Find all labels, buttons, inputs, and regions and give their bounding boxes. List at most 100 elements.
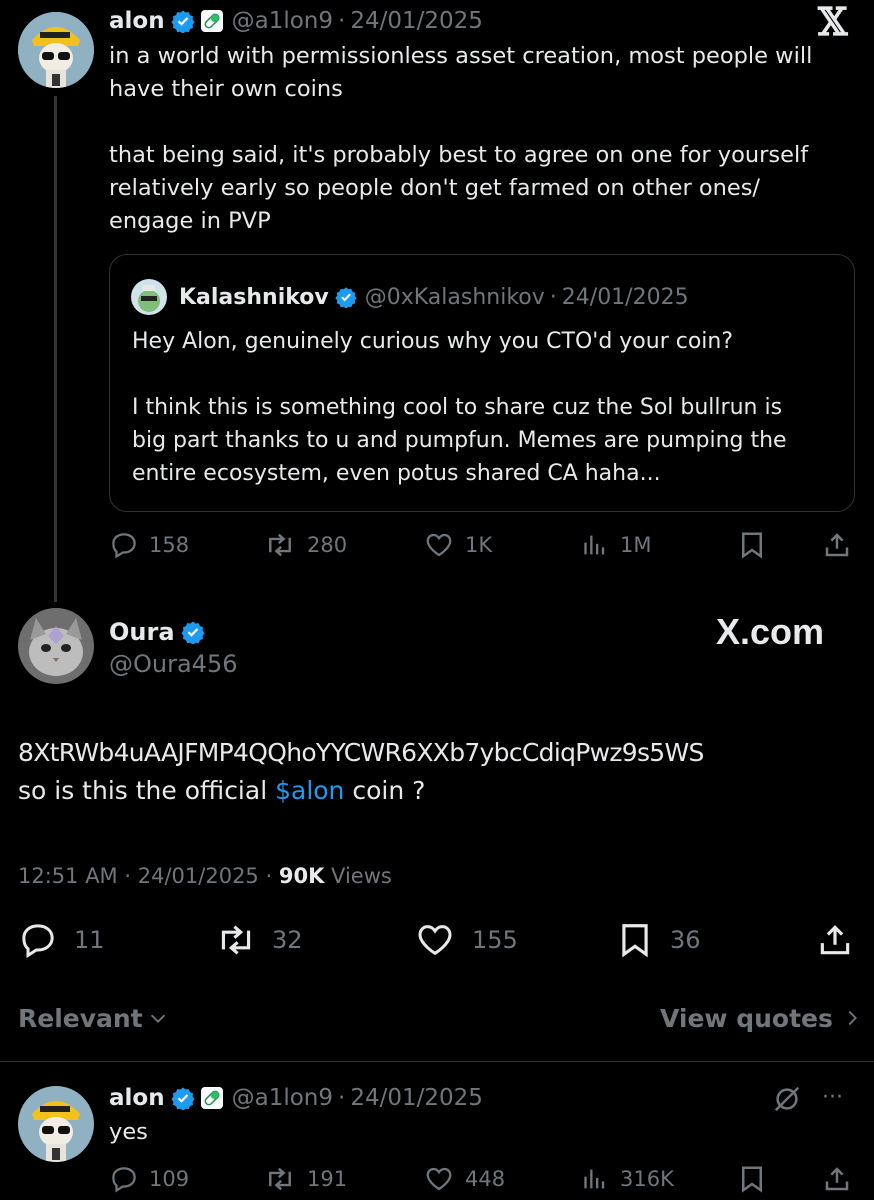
tweet2-like-count: 155 bbox=[472, 926, 518, 954]
tweet2-contract-address: 8XtRWb4uAAJFMP4QQhoYYCWR6XXb7ybcCdiqPwz9… bbox=[18, 738, 704, 767]
reply-date-separator: · bbox=[338, 1085, 346, 1111]
xcom-watermark: X.com bbox=[716, 611, 825, 652]
heart-icon bbox=[426, 1167, 452, 1191]
quote-text: Hey Alon, genuinely curious why you CTO'… bbox=[132, 329, 787, 486]
chevron-down-icon bbox=[150, 1014, 165, 1023]
tweet1-handle[interactable]: @a1lon9 bbox=[232, 8, 333, 34]
tweet1-share-button[interactable] bbox=[822, 528, 852, 562]
avatar-alon[interactable] bbox=[18, 12, 94, 88]
tweet1-header: alon @a1lon9 · 24/01/2025 bbox=[109, 4, 483, 38]
tweet2-time[interactable]: 12:51 AM bbox=[18, 864, 118, 888]
reply-icon bbox=[22, 924, 54, 959]
tweet1-reply-count: 158 bbox=[149, 533, 190, 557]
quoted-tweet-card[interactable]: Kalashnikov @0xKalashnikov · 24/01/2025 … bbox=[109, 254, 855, 512]
more-options-icon[interactable]: ··· bbox=[822, 1084, 843, 1112]
tweet1-reply-button[interactable]: 158 bbox=[109, 528, 189, 562]
heart-icon bbox=[418, 925, 452, 956]
reply-like-button[interactable]: 448 bbox=[423, 1162, 505, 1196]
views-icon bbox=[584, 1169, 605, 1189]
sort-dropdown[interactable]: Relevant bbox=[18, 1000, 169, 1036]
reply-author-name[interactable]: alon bbox=[109, 1085, 165, 1111]
reply-reply-button[interactable]: 109 bbox=[109, 1162, 189, 1196]
section-divider bbox=[0, 1061, 874, 1062]
tweet1-author-name[interactable]: alon bbox=[109, 8, 165, 34]
tweet1-bookmark-button[interactable] bbox=[737, 528, 767, 562]
tweet1-repost-button[interactable]: 280 bbox=[263, 528, 347, 562]
view-quotes-link[interactable]: View quotes bbox=[660, 1000, 863, 1036]
tweet2-bookmark-button[interactable]: 36 bbox=[616, 920, 701, 960]
reply-text: yes bbox=[109, 1119, 148, 1145]
bookmark-icon bbox=[742, 1166, 762, 1193]
repost-icon bbox=[269, 1167, 291, 1191]
quote-handle[interactable]: @0xKalashnikov bbox=[365, 285, 545, 310]
repost-icon bbox=[221, 925, 251, 955]
tweet2-reply-count: 11 bbox=[74, 926, 105, 954]
tweet2-text: 8XtRWb4uAAJFMP4QQhoYYCWR6XXb7ybcCdiqPwz9… bbox=[18, 734, 858, 810]
tweet1-date[interactable]: 24/01/2025 bbox=[350, 8, 483, 34]
reply-repost-button[interactable]: 191 bbox=[263, 1162, 347, 1196]
tweet2-author-name[interactable]: Oura bbox=[109, 618, 175, 646]
tweet1-repost-count: 280 bbox=[307, 533, 348, 557]
tweet2-meta: 12:51 AM · 24/01/2025 · 90K Views bbox=[18, 860, 392, 892]
tweet1-views-button[interactable]: 1M bbox=[582, 528, 651, 562]
reply-share-button[interactable] bbox=[822, 1162, 852, 1196]
tweet2-views-count: 90K bbox=[278, 864, 325, 888]
tweet2-question: so is this the official $alon coin ? bbox=[18, 772, 858, 810]
tweet1-like-button[interactable]: 1K bbox=[423, 528, 492, 562]
tweet1-text: in a world with permissionless asset cre… bbox=[109, 43, 813, 234]
tweet2-views-label: Views bbox=[331, 864, 392, 888]
reply-reply-count: 109 bbox=[149, 1167, 190, 1191]
grok-icon[interactable] bbox=[772, 1084, 802, 1114]
quote-date-separator: · bbox=[549, 284, 557, 310]
share-icon bbox=[820, 925, 850, 955]
tweet1-date-separator: · bbox=[338, 8, 346, 34]
reply-bookmark-button[interactable] bbox=[737, 1162, 767, 1196]
repost-icon bbox=[269, 533, 291, 557]
reply-repost-count: 191 bbox=[307, 1167, 348, 1191]
reply-icon bbox=[112, 1167, 136, 1193]
chevron-right-icon bbox=[848, 1010, 857, 1026]
avatar-kalashnikov[interactable] bbox=[131, 279, 167, 315]
reply-views-button[interactable]: 316K bbox=[582, 1162, 674, 1196]
pill-badge-icon bbox=[200, 10, 223, 32]
cashtag-link[interactable]: $alon bbox=[275, 776, 344, 805]
verified-badge-icon bbox=[335, 287, 357, 308]
tweet2-like-button[interactable]: 155 bbox=[414, 920, 518, 960]
quote-date[interactable]: 24/01/2025 bbox=[562, 285, 689, 310]
avatar-alon-reply[interactable] bbox=[18, 1086, 94, 1162]
verified-badge-icon bbox=[170, 10, 195, 33]
reply-like-count: 448 bbox=[465, 1167, 506, 1191]
share-icon bbox=[825, 1167, 849, 1191]
x-logo-icon: 𝕏 bbox=[818, 0, 848, 44]
bookmark-icon bbox=[622, 924, 648, 958]
quote-header: Kalashnikov @0xKalashnikov · 24/01/2025 bbox=[179, 281, 689, 313]
tweet2-reply-button[interactable]: 11 bbox=[18, 920, 105, 960]
tweet2-meta-sep1: · bbox=[124, 864, 132, 888]
quote-author-name[interactable]: Kalashnikov bbox=[179, 285, 329, 310]
tweet2-date[interactable]: 24/01/2025 bbox=[138, 864, 259, 888]
pill-badge-icon bbox=[200, 1087, 223, 1109]
reply-header: alon @a1lon9 · 24/01/2025 bbox=[109, 1082, 483, 1114]
verified-badge-icon bbox=[180, 621, 205, 644]
tweet2-share-button[interactable] bbox=[816, 920, 854, 960]
tweet2-text-before: so is this the official bbox=[18, 776, 276, 805]
view-quotes-label: View quotes bbox=[660, 1003, 833, 1033]
reply-handle[interactable]: @a1lon9 bbox=[232, 1085, 333, 1111]
share-icon bbox=[825, 533, 849, 557]
tweet2-text-after: coin ? bbox=[344, 776, 426, 805]
tweet2-repost-count: 32 bbox=[272, 926, 303, 954]
sort-dropdown-label: Relevant bbox=[18, 1003, 143, 1033]
tweet2-handle[interactable]: @Oura456 bbox=[109, 648, 237, 680]
thread-connector-line bbox=[54, 96, 57, 602]
bookmark-icon bbox=[742, 532, 762, 559]
tweet2-name-row: Oura bbox=[109, 616, 205, 648]
tweet1-view-count: 1M bbox=[620, 533, 652, 557]
avatar-oura[interactable] bbox=[18, 608, 94, 684]
tweet1-like-count: 1K bbox=[465, 533, 493, 557]
tweet2-bookmark-count: 36 bbox=[670, 926, 701, 954]
tweet2-meta-sep2: · bbox=[265, 864, 273, 888]
reply-date[interactable]: 24/01/2025 bbox=[350, 1085, 483, 1111]
tweet2-repost-button[interactable]: 32 bbox=[214, 920, 303, 960]
reply-icon bbox=[112, 533, 136, 559]
heart-icon bbox=[426, 533, 452, 557]
